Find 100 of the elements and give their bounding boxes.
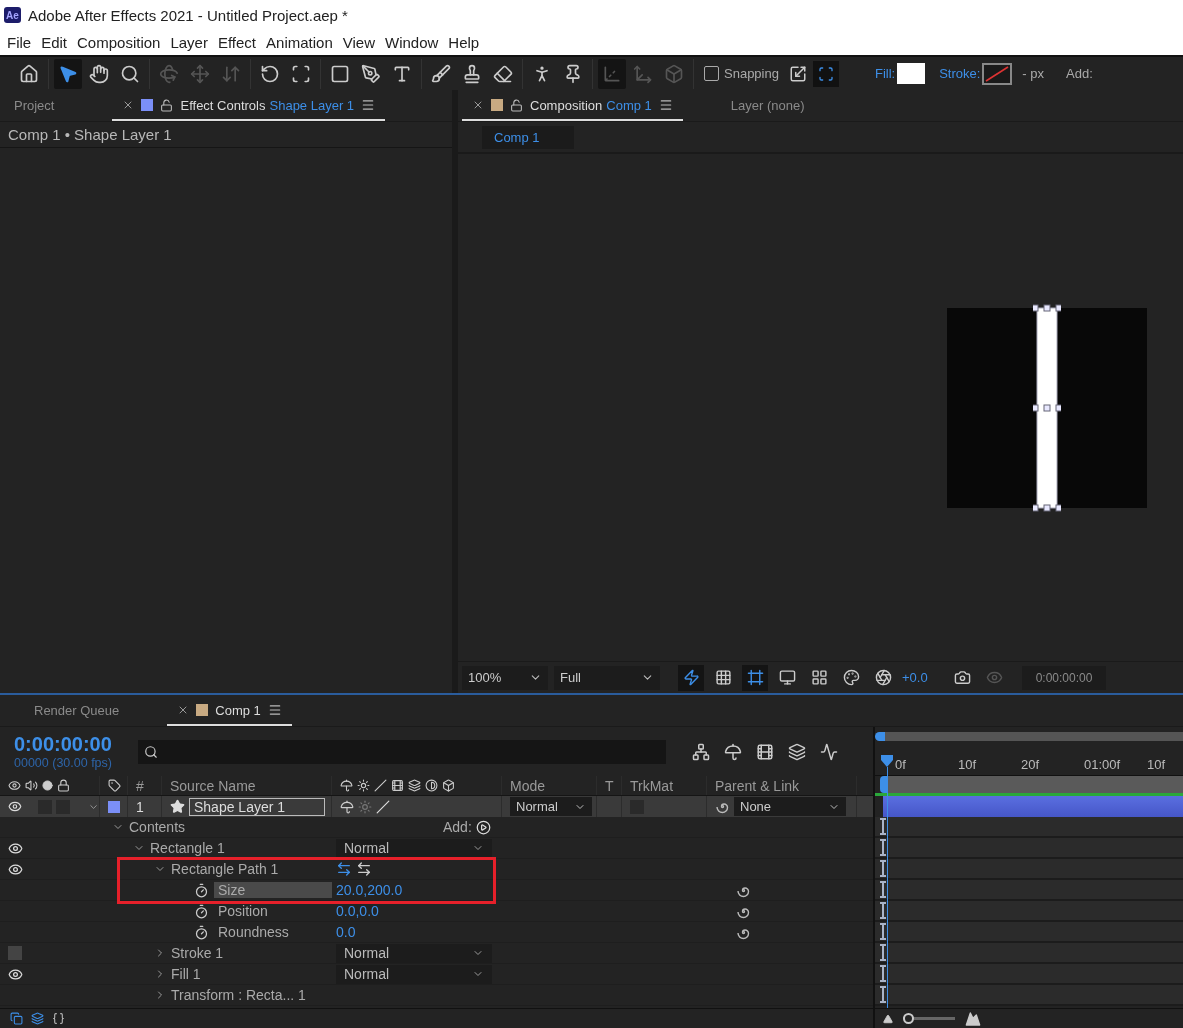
column-header[interactable]: # <box>136 777 144 794</box>
zoom-slider-thumb[interactable] <box>903 1013 914 1024</box>
layer-row[interactable]: 1 Shape Layer 1 Normal None <box>0 796 873 817</box>
blend-mode-dropdown[interactable]: Normal <box>336 838 492 858</box>
panel-tab[interactable]: Composition Comp 1 <box>462 91 683 121</box>
menu-item[interactable]: Composition <box>72 34 166 51</box>
current-time[interactable]: 0:00:00:00 <box>14 733 126 756</box>
menu-item[interactable]: File <box>2 34 37 51</box>
eye-icon[interactable] <box>8 840 23 856</box>
stopwatch-icon[interactable] <box>194 924 209 940</box>
timeline-row[interactable]: Rectangle 1 Normal <box>0 838 873 859</box>
parent-dropdown[interactable]: None <box>734 797 846 816</box>
menu-item[interactable]: View <box>337 34 380 51</box>
magnification-dropdown[interactable]: 100% <box>462 665 548 690</box>
property-group-name[interactable]: Contents <box>129 819 186 835</box>
visibility-switch[interactable] <box>8 946 22 960</box>
zoom-in-icon[interactable] <box>965 1010 981 1027</box>
column-header[interactable]: Parent & Link <box>715 777 800 794</box>
umbrella-icon[interactable] <box>340 799 354 814</box>
panel-tab[interactable]: Effect Controls Shape Layer 1 <box>112 91 386 121</box>
menu-item[interactable]: Edit <box>36 34 73 51</box>
expand-arrow-icon[interactable] <box>788 64 807 83</box>
property-group-name[interactable]: Rectangle 1 <box>150 840 225 856</box>
property-group-name[interactable]: Transform : Recta... 1 <box>171 987 306 1003</box>
property-group-name[interactable]: Rectangle Path 1 <box>171 861 279 877</box>
eye-icon[interactable] <box>8 966 23 982</box>
menu-icon[interactable] <box>361 98 376 112</box>
column-header[interactable]: Source Name <box>170 777 256 794</box>
comp-flow-chip[interactable]: Comp 1 <box>482 125 574 149</box>
layer-name-field[interactable]: Shape Layer 1 <box>189 797 325 816</box>
mask-path-icon <box>746 669 764 686</box>
flowchart-icon[interactable] <box>692 742 710 761</box>
film-icon[interactable] <box>756 742 774 761</box>
lock-icon[interactable] <box>160 98 174 112</box>
timeline-row[interactable]: Stroke 1 Normal <box>0 943 873 964</box>
timeline-row[interactable]: Contents Add: <box>0 817 873 838</box>
menu-icon[interactable] <box>658 98 673 112</box>
slash-icon[interactable] <box>376 799 390 814</box>
exposure-value[interactable]: +0.0 <box>902 670 928 685</box>
property-name[interactable]: Position <box>214 903 272 919</box>
menu-item[interactable]: Window <box>380 34 444 51</box>
umbrella-icon[interactable] <box>724 742 742 761</box>
tool-button[interactable] <box>54 58 82 89</box>
viewer-toggle-button[interactable] <box>742 664 768 691</box>
menu-item[interactable]: Help <box>443 34 485 51</box>
lock-icon[interactable] <box>510 98 523 112</box>
panel-tab[interactable]: Comp 1 <box>167 696 292 726</box>
eye-icon[interactable] <box>8 799 22 814</box>
fill-swatch[interactable] <box>897 63 926 84</box>
graph-icon[interactable] <box>820 742 838 761</box>
path-direction-icon[interactable] <box>336 861 352 877</box>
copy-icon[interactable] <box>10 1012 23 1025</box>
menu-item[interactable]: Animation <box>261 34 338 51</box>
property-value[interactable]: 20.0,200.0 <box>336 882 403 898</box>
stopwatch-icon[interactable] <box>194 882 209 898</box>
eye-icon[interactable] <box>8 861 23 877</box>
snap-toggle-button[interactable] <box>812 60 839 87</box>
property-name[interactable]: Size <box>214 882 332 898</box>
timeline-row[interactable]: Roundness 0.0 <box>0 922 873 943</box>
column-header[interactable]: T <box>605 777 614 794</box>
path-direction-icon[interactable] <box>356 861 372 877</box>
property-group-name[interactable]: Stroke 1 <box>171 945 224 961</box>
property-group-name[interactable]: Fill 1 <box>171 966 201 982</box>
timecode-display[interactable]: 0:00:00:00 <box>1021 665 1107 690</box>
timeline-row[interactable]: Size 20.0,200.0 <box>0 880 873 901</box>
column-header[interactable]: Mode <box>510 777 546 794</box>
braces-icon[interactable] <box>52 1012 65 1025</box>
add-button-icon[interactable] <box>475 819 491 835</box>
timeline-row[interactable]: Position 0.0,0.0 <box>0 901 873 922</box>
timeline-row[interactable]: Fill 1 Normal <box>0 964 873 985</box>
blend-mode-dropdown[interactable]: Normal <box>336 964 492 984</box>
menu-item[interactable]: Effect <box>212 34 262 51</box>
panel-tab[interactable]: Project <box>4 91 65 121</box>
label-color-swatch[interactable] <box>108 800 120 813</box>
panel-tab[interactable]: Render Queue <box>24 696 130 726</box>
property-name[interactable]: Roundness <box>214 924 293 940</box>
menu-icon[interactable] <box>267 703 282 717</box>
blend-mode-dropdown[interactable]: Normal <box>336 943 492 963</box>
blend-mode-dropdown[interactable]: Normal <box>510 797 592 816</box>
playhead-icon[interactable] <box>881 755 893 767</box>
viewer-toggle-button[interactable] <box>678 664 704 691</box>
zoom-out-icon[interactable] <box>883 1013 893 1024</box>
snapping-checkbox[interactable] <box>704 66 719 81</box>
timeline-row[interactable]: Rectangle Path 1 <box>0 859 873 880</box>
search-field[interactable] <box>138 739 666 764</box>
stroke-swatch[interactable] <box>982 62 1013 85</box>
timeline-row[interactable]: Transform : Recta... 1 <box>0 985 873 1006</box>
add-label[interactable]: Add: <box>1066 66 1093 81</box>
panel-tab[interactable]: Layer (none) <box>720 91 815 121</box>
rectangle-shape-drawing[interactable] <box>1033 303 1061 512</box>
menu-item[interactable]: Layer <box>165 34 213 51</box>
property-value[interactable]: 0.0,0.0 <box>336 903 379 919</box>
stopwatch-icon[interactable] <box>194 903 209 919</box>
layers-icon[interactable] <box>788 742 806 761</box>
column-header[interactable]: TrkMat <box>630 777 674 794</box>
close-icon[interactable] <box>472 99 484 111</box>
stroke-width-value[interactable]: - px <box>1022 66 1045 81</box>
resolution-dropdown[interactable]: Full <box>554 665 660 690</box>
layers-icon[interactable] <box>31 1012 44 1025</box>
property-value[interactable]: 0.0 <box>336 924 356 940</box>
